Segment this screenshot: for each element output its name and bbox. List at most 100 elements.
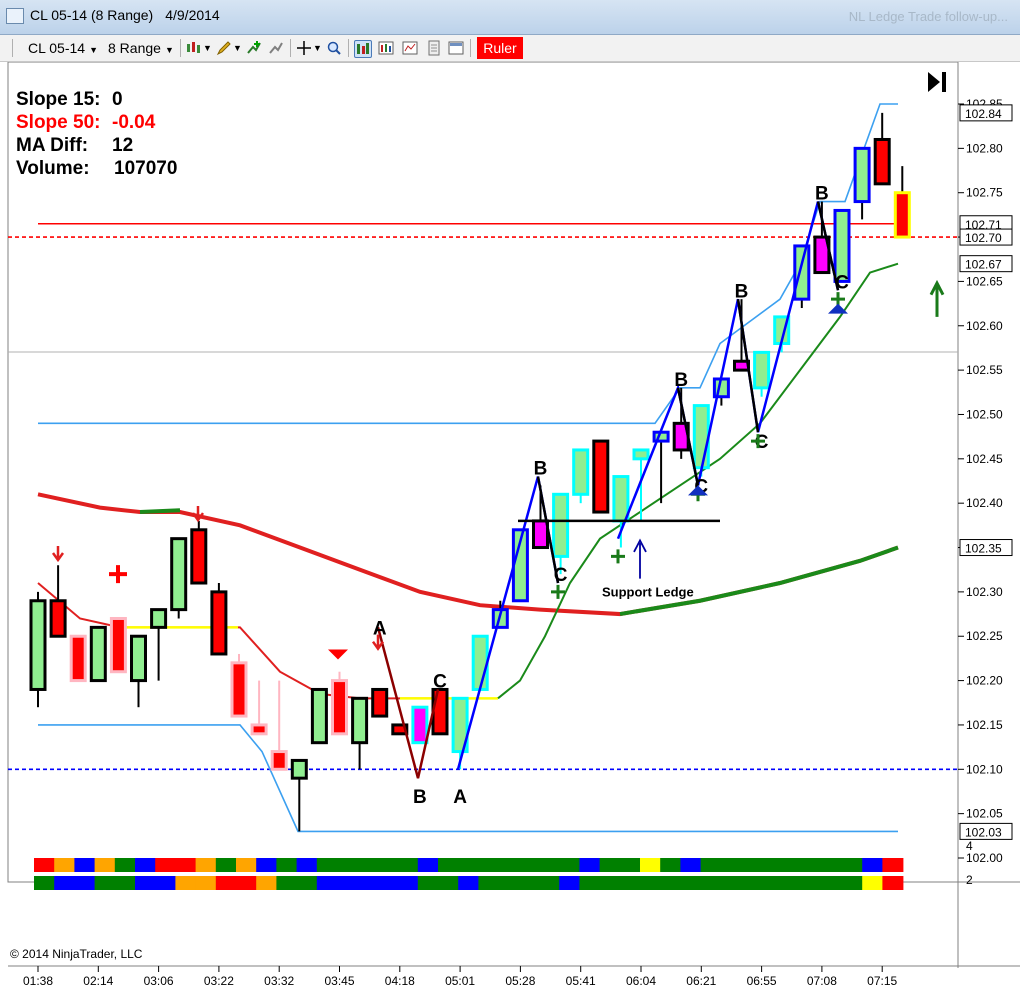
crosshair-icon[interactable] xyxy=(296,40,312,56)
candle xyxy=(371,687,389,718)
x-tick-label: 06:04 xyxy=(626,974,656,988)
momentum-cell xyxy=(478,876,500,890)
momentum-cell xyxy=(155,876,177,890)
momentum-cell xyxy=(801,858,823,872)
x-tick-label: 05:28 xyxy=(505,974,535,988)
momentum-cell xyxy=(842,876,863,890)
madiff-row: MA Diff: 12 xyxy=(16,134,177,157)
candle xyxy=(431,687,449,736)
price-chart[interactable]: 102.85102.80102.75102.70102.65102.60102.… xyxy=(0,62,1020,993)
save-template-icon[interactable] xyxy=(426,40,442,56)
momentum-cell xyxy=(296,858,318,872)
momentum-cell xyxy=(680,876,702,890)
momentum-cell xyxy=(599,876,621,890)
momentum-cell xyxy=(74,858,96,872)
y-tick-label: 102.40 xyxy=(966,496,1003,510)
window-title: CL 05-14 (8 Range) 4/9/2014 xyxy=(30,7,232,23)
momentum-cell xyxy=(34,858,55,872)
pencil-icon[interactable] xyxy=(216,40,232,56)
momentum-cell xyxy=(660,858,682,872)
properties-icon[interactable] xyxy=(378,40,394,56)
momentum-cell xyxy=(135,876,156,890)
candle xyxy=(592,439,610,514)
momentum-cell xyxy=(175,858,197,872)
volume-tick-label: 2 xyxy=(966,873,973,887)
x-tick-label: 04:18 xyxy=(385,974,415,988)
toolbar-separator xyxy=(290,39,291,57)
candle-body xyxy=(290,758,308,780)
x-tick-label: 02:14 xyxy=(83,974,113,988)
candle-body xyxy=(109,616,127,674)
momentum-cell xyxy=(761,858,783,872)
chevron-down-icon[interactable]: ▼ xyxy=(203,39,212,57)
candle-body xyxy=(632,448,650,461)
candle xyxy=(331,671,348,736)
candle-body xyxy=(49,599,67,638)
y-tick-label: 102.10 xyxy=(966,762,1003,776)
candle-body xyxy=(411,705,429,745)
candle-body xyxy=(351,696,369,745)
chart-app-icon xyxy=(6,8,24,24)
candle-body xyxy=(371,687,389,718)
data-box-icon[interactable] xyxy=(354,40,372,58)
candle-body xyxy=(250,723,268,736)
momentum-cell xyxy=(438,858,459,872)
support-ledge-label: Support Ledge xyxy=(602,584,694,599)
abc-label: A xyxy=(373,618,387,639)
abc-label: C xyxy=(554,565,568,586)
momentum-cell xyxy=(296,876,318,890)
x-tick-label: 03:06 xyxy=(144,974,174,988)
candle-body xyxy=(793,244,811,301)
window-title-bar: CL 05-14 (8 Range) 4/9/2014 NL Ledge Trad… xyxy=(0,0,1020,35)
momentum-cell xyxy=(357,876,379,890)
momentum-cell xyxy=(882,858,904,872)
candle-body xyxy=(873,137,891,186)
volume-tick-label: 4 xyxy=(966,839,973,853)
candle xyxy=(89,625,107,683)
candle xyxy=(310,687,328,745)
candle-body xyxy=(592,439,610,514)
momentum-cell xyxy=(397,858,419,872)
chart-style-icon[interactable] xyxy=(402,40,418,56)
momentum-cell xyxy=(882,876,904,890)
candle-body xyxy=(310,687,328,745)
slope15-label: Slope 15: xyxy=(16,89,101,110)
x-tick-label: 06:55 xyxy=(747,974,777,988)
momentum-cell xyxy=(761,876,783,890)
chevron-down-icon[interactable]: ▼ xyxy=(313,39,322,57)
x-tick-label: 03:45 xyxy=(324,974,354,988)
abc-label: B xyxy=(674,370,688,391)
strategy-icon[interactable] xyxy=(268,40,284,56)
candle-body xyxy=(210,590,228,656)
window-layout-icon[interactable] xyxy=(448,40,464,56)
candle-body xyxy=(853,146,871,204)
momentum-cell xyxy=(114,876,136,890)
toolbar-separator xyxy=(470,39,471,57)
chevron-down-icon[interactable]: ▼ xyxy=(233,39,242,57)
zoom-icon[interactable] xyxy=(326,40,342,56)
momentum-cell xyxy=(236,876,257,890)
slope50-value: -0.04 xyxy=(112,112,156,133)
add-indicator-icon[interactable] xyxy=(246,40,262,56)
instrument-selector[interactable]: CL 05-14 ▼ xyxy=(28,39,98,57)
candle-body xyxy=(331,679,348,736)
abc-label: B xyxy=(815,184,829,205)
momentum-cell xyxy=(215,858,237,872)
momentum-cell xyxy=(619,876,641,890)
momentum-cell xyxy=(539,858,560,872)
interval-selector[interactable]: 8 Range ▼ xyxy=(108,39,174,57)
x-tick-label: 07:08 xyxy=(807,974,837,988)
momentum-cell xyxy=(337,858,358,872)
candle-body xyxy=(612,475,630,523)
bar-type-icon[interactable] xyxy=(186,40,202,56)
price-badge-label: 102.03 xyxy=(965,825,1002,839)
momentum-cell xyxy=(377,858,399,872)
momentum-cell xyxy=(54,876,76,890)
momentum-cell xyxy=(417,876,439,890)
ruler-button[interactable]: Ruler xyxy=(477,37,523,59)
momentum-cell xyxy=(539,876,560,890)
momentum-cell xyxy=(377,876,399,890)
candle-body xyxy=(692,404,710,470)
interval-label: 8 Range xyxy=(108,40,161,56)
y-tick-label: 102.60 xyxy=(966,319,1003,333)
